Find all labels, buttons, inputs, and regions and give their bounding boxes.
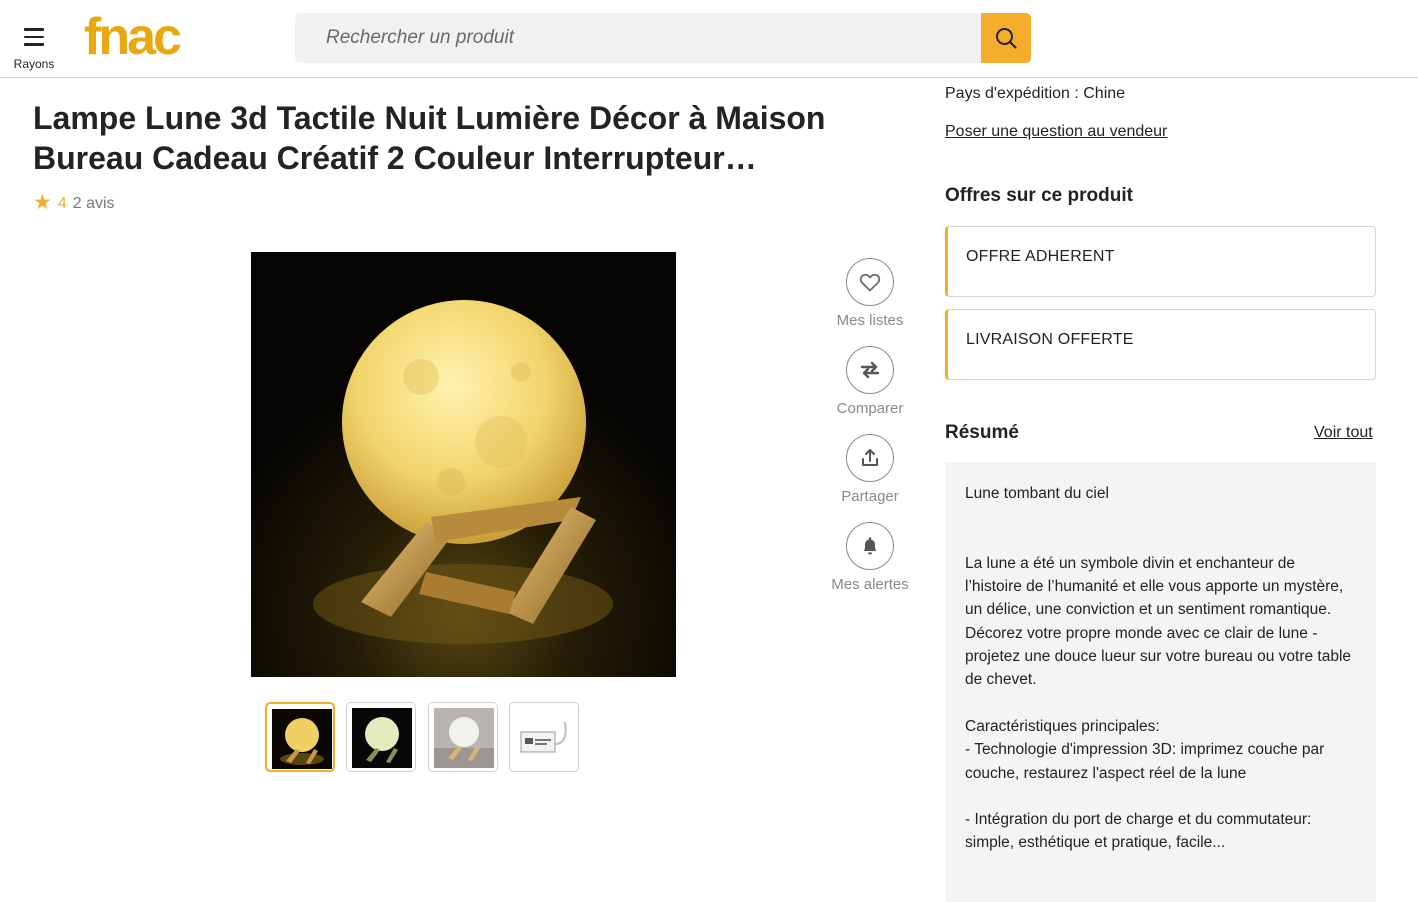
hamburger-icon xyxy=(24,28,44,51)
action-label: Mes alertes xyxy=(831,576,909,593)
search-bar xyxy=(295,13,1031,63)
ask-seller-link[interactable]: Poser une question au vendeur xyxy=(945,123,1167,141)
search-input[interactable] xyxy=(295,13,981,63)
thumbnail-image xyxy=(515,708,575,768)
compare-arrows-icon xyxy=(860,361,880,379)
offer-label: LIVRAISON OFFERTE xyxy=(966,331,1134,348)
action-label: Mes listes xyxy=(836,312,904,329)
shipping-country: Pays d'expédition : Chine xyxy=(945,85,1126,102)
rating-value: 4 xyxy=(57,195,67,212)
product-title: Lampe Lune 3d Tactile Nuit Lumière Décor… xyxy=(33,100,826,176)
offer-adherent[interactable]: OFFRE ADHERENT xyxy=(945,226,1376,297)
share-icon xyxy=(862,449,878,466)
thumbnail-image xyxy=(272,709,332,769)
search-icon xyxy=(996,28,1017,49)
svg-text:fnac: fnac xyxy=(84,10,181,62)
search-button[interactable] xyxy=(981,13,1031,63)
alerts-button[interactable]: Mes alertes xyxy=(820,522,920,593)
thumbnail-3[interactable] xyxy=(428,702,498,772)
offer-label: OFFRE ADHERENT xyxy=(966,248,1115,265)
star-icon: ★ xyxy=(33,191,52,214)
wishlist-circle xyxy=(846,258,894,306)
header: Rayons fnac xyxy=(0,0,1418,78)
thumbnail-image xyxy=(352,708,412,768)
compare-button[interactable]: Comparer xyxy=(820,346,920,417)
product-rating[interactable]: ★ 4 2 avis xyxy=(33,190,115,215)
fnac-logo[interactable]: fnac xyxy=(84,10,226,62)
action-label: Partager xyxy=(841,488,899,505)
thumbnail-1[interactable] xyxy=(265,702,335,772)
alerts-circle xyxy=(846,522,894,570)
thumbnail-2[interactable] xyxy=(346,702,416,772)
resume-title: Résumé xyxy=(945,422,1019,443)
review-count: 2 avis xyxy=(72,195,115,212)
resume-panel: Lune tombant du ciel La lune a été un sy… xyxy=(945,462,1376,902)
thumbnail-4[interactable] xyxy=(509,702,579,772)
menu-button[interactable]: Rayons xyxy=(10,22,58,74)
see-all-link[interactable]: Voir tout xyxy=(1314,424,1373,442)
heart-icon xyxy=(859,273,881,292)
bell-icon xyxy=(864,537,876,555)
offer-free-delivery[interactable]: LIVRAISON OFFERTE xyxy=(945,309,1376,380)
offers-title: Offres sur ce produit xyxy=(945,185,1133,206)
thumbnail-image xyxy=(434,708,494,768)
resume-text: Lune tombant du ciel La lune a été un sy… xyxy=(965,485,1352,852)
share-button[interactable]: Partager xyxy=(820,434,920,505)
compare-circle xyxy=(846,346,894,394)
action-label: Comparer xyxy=(836,400,904,417)
share-circle xyxy=(846,434,894,482)
product-main-image[interactable] xyxy=(251,252,676,677)
menu-label: Rayons xyxy=(13,57,55,71)
wishlist-button[interactable]: Mes listes xyxy=(820,258,920,329)
